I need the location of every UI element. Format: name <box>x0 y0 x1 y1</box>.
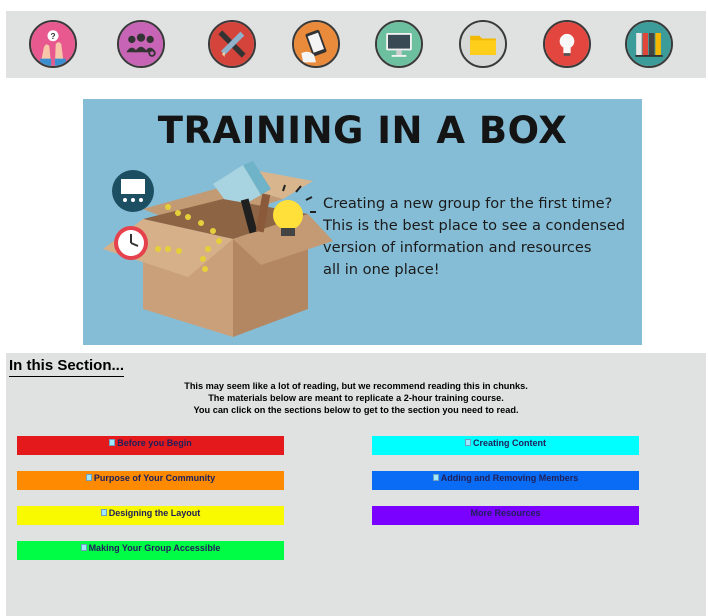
banner-line: Creating a new group for the first time? <box>323 195 613 212</box>
nav-design-button[interactable] <box>208 20 256 68</box>
page-icon <box>465 439 471 446</box>
nav-computer-button[interactable] <box>375 20 423 68</box>
link-label: Designing the Layout <box>108 508 201 518</box>
page-icon <box>100 509 107 516</box>
page-icon <box>432 474 439 481</box>
question-hands-icon: ? <box>31 22 75 66</box>
link-group-accessible[interactable]: Making Your Group Accessible <box>17 541 284 560</box>
nav-community-button[interactable] <box>117 20 165 68</box>
icon-nav-bar: ? <box>6 11 706 78</box>
link-label: Creating Content <box>473 438 546 448</box>
link-adding-removing-members[interactable]: Adding and Removing Members <box>372 471 639 490</box>
section-panel: In this Section... This may seem like a … <box>6 353 706 616</box>
tablet-hand-icon <box>294 22 338 66</box>
monitor-icon <box>377 22 421 66</box>
training-banner: TRAINING IN A BOX Creating a new group f… <box>83 99 642 345</box>
group-people-icon <box>119 22 163 66</box>
link-before-you-begin[interactable]: Before you Begin <box>17 436 284 455</box>
link-label: Adding and Removing Members <box>440 473 579 483</box>
section-intro: This may seem like a lot of reading, but… <box>6 380 706 416</box>
link-label: Making Your Group Accessible <box>88 543 221 553</box>
intro-line: This may seem like a lot of reading, but… <box>184 381 528 391</box>
nav-mobile-button[interactable] <box>292 20 340 68</box>
link-label: More Resources <box>470 508 541 518</box>
banner-description: Creating a new group for the first time?… <box>323 193 633 281</box>
page-icon <box>109 439 116 446</box>
nav-resources-button[interactable] <box>625 20 673 68</box>
binders-icon <box>627 22 671 66</box>
lightbulb-icon <box>545 22 589 66</box>
nav-questions-button[interactable]: ? <box>29 20 77 68</box>
link-designing-layout[interactable]: Designing the Layout <box>17 506 284 525</box>
link-more-resources[interactable]: More Resources <box>372 506 639 525</box>
link-label: Before you Begin <box>117 438 192 448</box>
nav-files-button[interactable] <box>459 20 507 68</box>
banner-line: This is the best place to see a condense… <box>323 217 626 234</box>
link-label: Purpose of Your Community <box>93 473 216 483</box>
link-purpose-of-community[interactable]: Purpose of Your Community <box>17 471 284 490</box>
nav-ideas-button[interactable] <box>543 20 591 68</box>
page-icon <box>85 474 92 481</box>
intro-line: You can click on the sections below to g… <box>193 405 519 415</box>
banner-title: TRAINING IN A BOX <box>157 109 568 152</box>
section-title: In this Section... <box>9 357 125 377</box>
banner-line: all in one place! <box>323 261 440 278</box>
intro-line: The materials below are meant to replica… <box>208 393 504 403</box>
pencil-ruler-icon <box>210 22 254 66</box>
svg-text:?: ? <box>50 32 55 41</box>
banner-line: version of information and resources <box>323 239 592 256</box>
page-icon <box>80 544 87 551</box>
folder-icon <box>461 22 505 66</box>
link-creating-content[interactable]: Creating Content <box>372 436 639 455</box>
